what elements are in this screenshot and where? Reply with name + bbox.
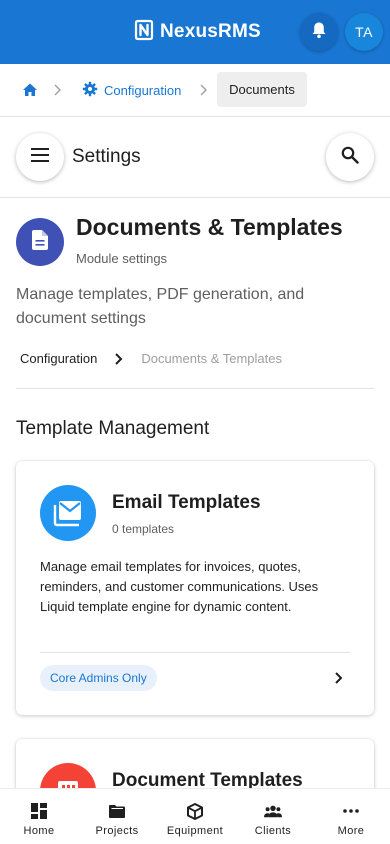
chevron-right-icon [113, 352, 125, 366]
section-title: Template Management [16, 418, 210, 439]
brand-name: NexusRMS [160, 21, 261, 42]
notifications-button[interactable] [300, 13, 338, 51]
nav-item-equipment[interactable]: Equipment [156, 789, 234, 844]
breadcrumb: Configuration Documents [0, 64, 390, 117]
path-configuration[interactable]: Configuration [20, 351, 97, 366]
module-icon [16, 218, 64, 266]
nav-item-clients[interactable]: Clients [234, 789, 312, 844]
email-icon [40, 485, 96, 541]
module-path: Configuration Documents & Templates [20, 351, 282, 366]
breadcrumb-item-configuration[interactable]: Configuration [82, 81, 181, 100]
nav-label: Equipment [166, 825, 224, 837]
box-icon [186, 802, 204, 820]
nav-item-home[interactable]: Home [0, 789, 78, 844]
hamburger-menu-icon [31, 147, 49, 167]
card-description: Manage email templates for invoices, quo… [40, 559, 319, 614]
breadcrumb-item-documents: Documents [217, 72, 307, 107]
module-title: Documents & Templates [76, 214, 343, 240]
divider [16, 388, 374, 389]
nexus-logo-icon [134, 19, 154, 46]
nav-label: More [337, 825, 365, 837]
nav-label: Clients [254, 825, 292, 837]
chevron-right-icon [52, 82, 64, 98]
nav-item-projects[interactable]: Projects [78, 789, 156, 844]
module-description: Manage templates, PDF generation, and do… [16, 286, 305, 327]
nav-item-more[interactable]: More [312, 789, 390, 844]
email-templates-card[interactable]: Email Templates 0 templates Manage email… [16, 461, 374, 715]
module-subtitle: Module settings [76, 251, 168, 266]
bell-icon [311, 21, 327, 44]
search-button[interactable] [326, 133, 374, 181]
nav-label: Home [23, 825, 55, 837]
dashboard-icon [30, 802, 48, 820]
more-dots-icon [342, 802, 360, 820]
bottom-navigation: Home Projects Equipment Clients More [0, 788, 390, 844]
people-icon [264, 802, 282, 820]
chevron-right-icon[interactable] [332, 670, 346, 686]
avatar[interactable]: TA [345, 13, 383, 51]
access-badge: Core Admins Only [40, 665, 157, 691]
page-title: Settings [72, 146, 141, 167]
card-title: Email Templates [112, 492, 261, 513]
chevron-right-icon [198, 82, 210, 98]
home-icon[interactable] [22, 82, 38, 98]
menu-button[interactable] [16, 133, 64, 181]
nav-label: Projects [95, 825, 139, 837]
settings-header: Settings [0, 117, 390, 198]
divider [40, 652, 350, 653]
gear-icon [82, 81, 98, 100]
folder-icon [108, 802, 126, 820]
breadcrumb-label: Configuration [104, 83, 182, 98]
search-icon [341, 146, 359, 169]
brand[interactable]: NexusRMS [134, 19, 261, 46]
path-documents-templates: Documents & Templates [141, 351, 282, 366]
document-icon [32, 229, 48, 255]
app-bar: NexusRMS TA [0, 0, 390, 64]
template-count: 0 templates [112, 522, 175, 536]
